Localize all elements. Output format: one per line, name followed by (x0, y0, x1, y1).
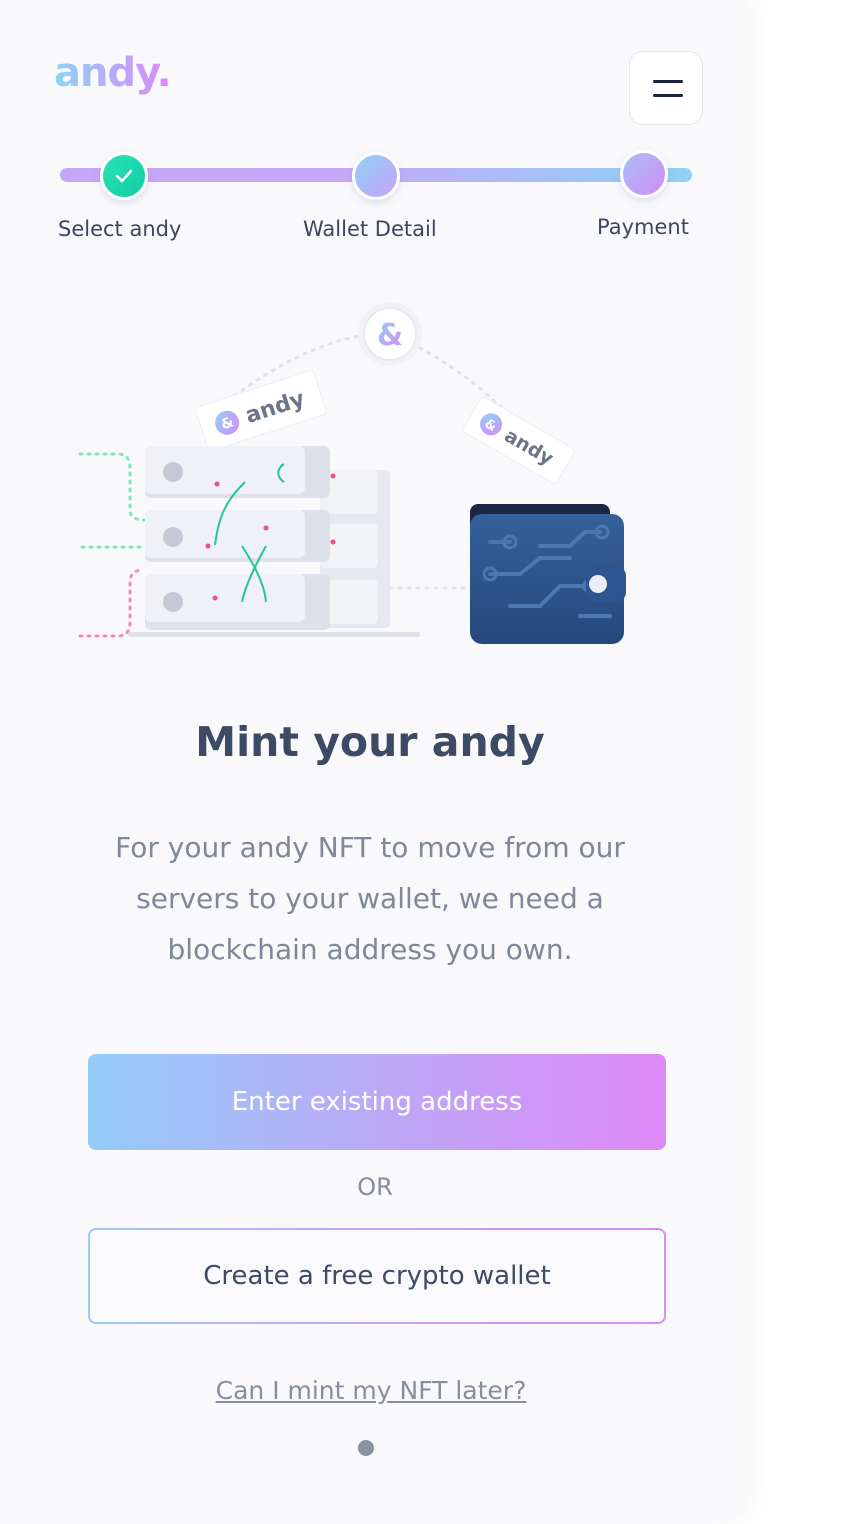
pagination-dot[interactable] (358, 1440, 374, 1456)
server-to-wallet-illustration: & & andy & andy (78, 302, 626, 644)
step-label-wallet-detail: Wallet Detail (303, 217, 437, 241)
checkmark-icon (115, 169, 133, 183)
or-divider: OR (357, 1173, 393, 1201)
step-label-select-andy: Select andy (58, 217, 182, 241)
page-description: For your andy NFT to move from our serve… (115, 831, 625, 966)
enter-existing-address-button[interactable]: Enter existing address (88, 1054, 666, 1150)
andy-logo[interactable]: andy. (54, 50, 172, 96)
step-wallet-detail-dot[interactable] (352, 152, 400, 200)
step-select-andy-dot[interactable] (100, 152, 148, 200)
ampersand-badge-icon: & (377, 318, 403, 353)
mint-later-link[interactable]: Can I mint my NFT later? (0, 1376, 742, 1405)
page-title: Mint your andy (195, 718, 545, 766)
create-free-wallet-button[interactable]: Create a free crypto wallet (88, 1228, 666, 1324)
menu-button[interactable] (629, 51, 703, 125)
main-card: andy. Select andy Wallet Detail Payment (0, 0, 750, 1524)
step-label-payment: Payment (597, 215, 689, 239)
hamburger-icon-line (653, 94, 683, 97)
hamburger-icon (653, 80, 683, 83)
step-payment-dot[interactable] (620, 150, 668, 198)
